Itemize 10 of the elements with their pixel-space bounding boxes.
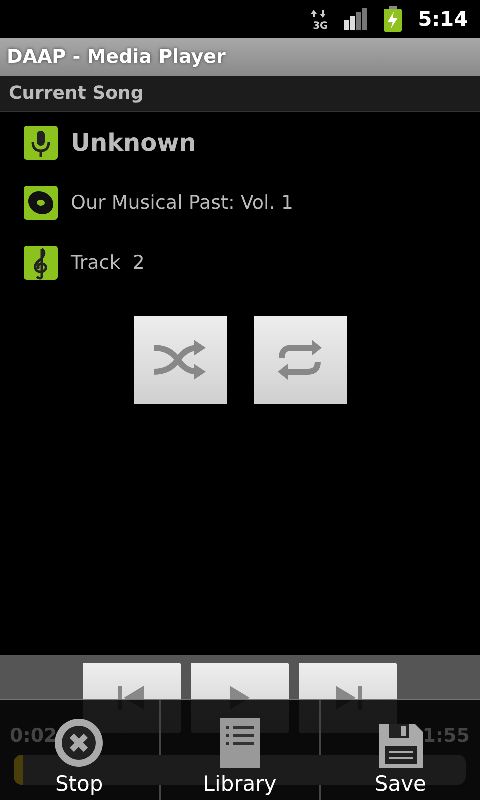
album-name: Our Musical Past: Vol. 1 <box>71 192 294 214</box>
network-type: 3G <box>313 20 328 32</box>
elapsed-time: 0:02 <box>10 725 58 747</box>
window-title: DAAP - Media Player <box>7 46 226 68</box>
menu-item[interactable]: Library <box>160 700 320 800</box>
clock: 5:14 <box>418 7 468 31</box>
total-time: 1:55 <box>422 725 470 747</box>
artist-name: Unknown <box>71 129 196 157</box>
section-title: Current Song <box>9 83 144 104</box>
track-name: Track 2 <box>71 252 145 274</box>
